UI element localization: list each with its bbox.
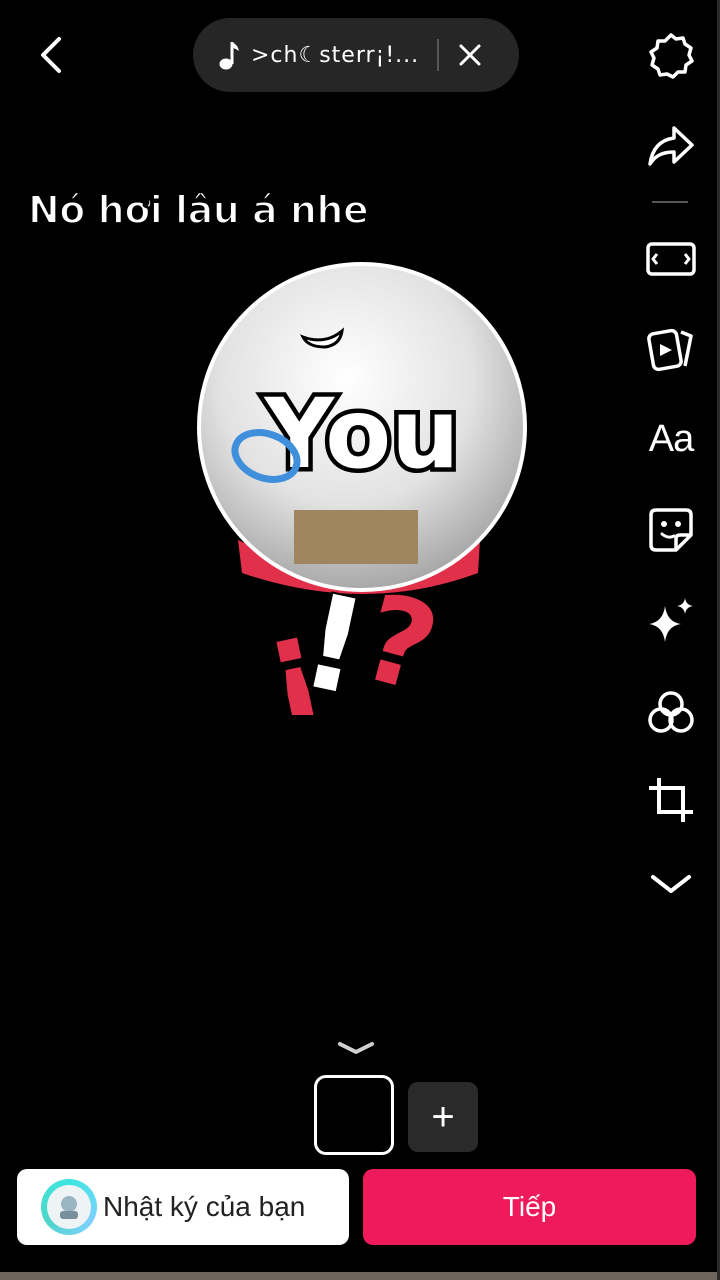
share-button[interactable] [643,117,699,173]
next-button[interactable]: Tiếp [363,1169,696,1245]
music-title: >ch☾sterr¡!... [251,42,420,68]
templates-icon [647,328,693,372]
background-strip [0,1272,720,1280]
collapse-timeline-button[interactable] [336,1038,376,1058]
divider [437,39,439,71]
music-note-icon [219,42,239,70]
share-icon [648,126,694,166]
text-overlay[interactable]: Nó hơi lâu á nhe [27,187,370,233]
sticker-you[interactable]: You ¡ ! ? [190,255,540,738]
chevron-down-icon [651,875,691,893]
text-icon: Aa [648,417,694,460]
aspect-ratio-button[interactable] [643,231,699,287]
filters-button[interactable] [643,685,699,741]
templates-button[interactable] [643,320,699,376]
settings-button[interactable] [643,28,699,84]
clip-thumbnail[interactable] [314,1075,394,1155]
sticker-icon [649,508,693,552]
effects-button[interactable] [643,592,699,648]
effects-icon [649,598,693,642]
diary-label: Nhật ký của bạn [103,1191,306,1222]
music-selector[interactable]: >ch☾sterr¡!... [193,18,519,92]
chevron-left-icon [41,37,61,73]
avatar-icon [60,1196,78,1219]
toolbar-divider [652,201,688,203]
add-clip-button[interactable]: + [408,1082,478,1152]
settings-icon [649,33,694,79]
close-icon [459,44,481,66]
crop-button[interactable] [643,772,699,828]
sticker-button[interactable] [643,502,699,558]
sticker-tape [294,510,418,564]
your-diary-button[interactable]: Nhật ký của bạn [17,1169,349,1245]
text-button[interactable]: Aa [643,411,699,467]
back-button[interactable] [28,32,76,80]
remove-music-button[interactable] [457,42,483,68]
plus-icon: + [431,1095,455,1139]
aspect-ratio-icon [646,242,696,276]
more-tools-button[interactable] [643,856,699,912]
filters-icon [648,691,694,733]
chevron-down-icon [338,1042,374,1054]
avatar [41,1179,97,1235]
next-label: Tiếp [502,1191,557,1222]
crop-icon [649,778,693,822]
